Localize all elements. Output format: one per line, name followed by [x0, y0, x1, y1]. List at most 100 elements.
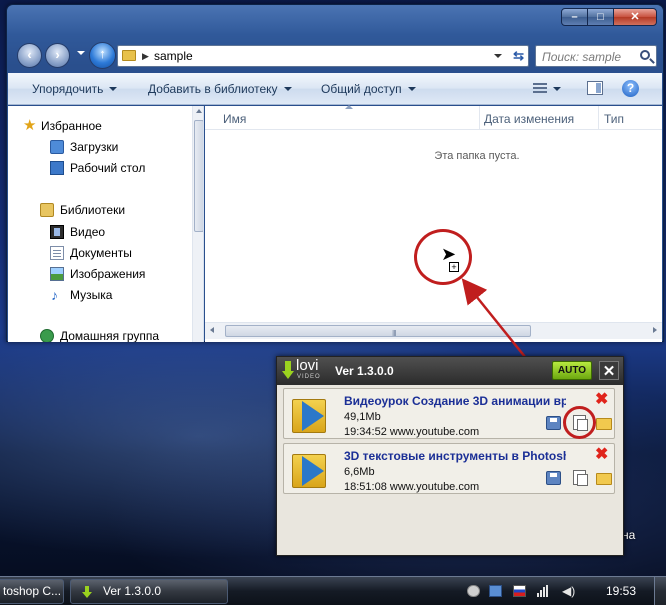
breadcrumb-chevron-icon[interactable]: ▶ [142, 51, 149, 62]
folder-icon [122, 50, 136, 61]
signal-bars-icon[interactable] [537, 585, 550, 597]
taskbar-button-photoshop[interactable]: toshop C... [0, 579, 64, 604]
save-disk-icon[interactable] [546, 416, 561, 430]
lovi-close-button[interactable]: ✕ [599, 361, 619, 380]
command-bar: Упорядочить Добавить в библиотеку Общий … [8, 73, 662, 105]
chevron-down-icon [109, 87, 118, 91]
view-options-dropdown[interactable] [553, 82, 561, 96]
address-dropdown-icon[interactable] [494, 54, 502, 58]
video-title: Видеоурок Создание 3D анимации вра [344, 394, 566, 408]
column-name[interactable]: Имя [223, 112, 246, 126]
drag-copy-plus-icon: + [449, 262, 459, 272]
taskbar-button-label: toshop C... [3, 584, 62, 598]
minimize-button[interactable]: – [561, 8, 588, 26]
delete-icon[interactable]: ✖ [595, 447, 608, 463]
network-tray-icon[interactable] [489, 585, 502, 597]
chevron-down-icon [553, 87, 561, 91]
lovi-taskbar-icon [82, 586, 92, 598]
video-library-icon [50, 225, 64, 239]
open-folder-icon[interactable] [596, 418, 612, 430]
save-disk-icon[interactable] [546, 471, 561, 485]
download-arrow-icon [282, 361, 294, 381]
nav-item-images[interactable]: Изображения [8, 264, 188, 284]
nav-item-video[interactable]: Видео [8, 222, 188, 242]
pictures-icon [50, 267, 64, 281]
window-caption-buttons: – □ ✕ [561, 8, 657, 26]
scroll-right-arrow-icon[interactable] [653, 327, 657, 333]
scrollbar-thumb[interactable] [194, 120, 203, 232]
navigation-pane: ★ Избранное Загрузки Рабочий стол Библио… [8, 106, 204, 342]
navpane-scrollbar[interactable] [192, 106, 203, 342]
nav-libraries-label: Библиотеки [60, 203, 126, 217]
chevron-down-icon [283, 87, 292, 91]
search-input[interactable]: Поиск: sample [535, 45, 657, 67]
back-button[interactable]: ‹ [17, 43, 42, 68]
copy-icon[interactable] [573, 470, 588, 486]
column-divider[interactable] [479, 106, 480, 130]
add-to-library-menu[interactable]: Добавить в библиотеку [148, 82, 292, 96]
nav-item-favorites[interactable]: ★ Избранное [8, 116, 188, 136]
volume-speaker-icon[interactable]: ◀) [562, 585, 575, 597]
help-icon[interactable]: ? [622, 80, 639, 97]
file-list-pane[interactable]: Имя Дата изменения Тип Эта папка пуста. … [205, 105, 662, 342]
video-item[interactable]: Видеоурок Создание 3D анимации вра 49,1M… [283, 388, 615, 439]
nav-item-homegroup[interactable]: Домашняя группа [8, 326, 188, 342]
scroll-up-arrow-icon[interactable] [196, 109, 202, 113]
search-placeholder: Поиск: sample [542, 50, 622, 64]
video-file-icon [288, 450, 330, 490]
video-time-source: 18:51:08 www.youtube.com [344, 481, 480, 493]
maximize-button[interactable]: □ [587, 8, 614, 26]
system-clock[interactable]: 19:53 [606, 584, 636, 598]
language-flag-icon[interactable] [513, 585, 526, 597]
taskbar-button-lovi[interactable]: Ver 1.3.0.0 [70, 579, 228, 604]
nav-item-libraries[interactable]: Библиотеки [8, 200, 188, 220]
video-file-icon [288, 395, 330, 435]
delete-icon[interactable]: ✖ [595, 392, 608, 408]
video-item[interactable]: 3D текстовые инструменты в Photoshop 6,6… [283, 443, 615, 494]
close-button[interactable]: ✕ [613, 8, 657, 26]
sort-indicator-icon [345, 105, 353, 109]
column-header-row: Имя Дата изменения Тип [205, 105, 662, 130]
nav-item-downloads[interactable]: Загрузки [8, 137, 188, 157]
preview-pane-icon[interactable] [587, 81, 603, 95]
address-bar[interactable]: ▶ sample ⇆ [117, 45, 529, 67]
refresh-icon[interactable]: ⇆ [513, 48, 524, 64]
share-menu[interactable]: Общий доступ [321, 82, 416, 96]
share-label: Общий доступ [321, 82, 402, 96]
add-to-library-label: Добавить в библиотеку [148, 82, 278, 96]
taskbar-button-label: Ver 1.3.0.0 [103, 584, 162, 598]
navigation-bar: ‹ › ↑ ▶ sample ⇆ Поиск: sample [15, 41, 659, 71]
video-size: 6,6Mb [344, 466, 375, 478]
nav-item-desktop[interactable]: Рабочий стол [8, 158, 188, 178]
organize-menu[interactable]: Упорядочить [32, 82, 118, 96]
homegroup-icon [40, 329, 54, 342]
column-date-modified[interactable]: Дата изменения [484, 112, 574, 126]
nav-item-documents[interactable]: Документы [8, 243, 188, 263]
recent-pages-dropdown-icon[interactable] [77, 51, 85, 55]
forward-button[interactable]: › [45, 43, 70, 68]
music-note-icon: ♪ [51, 287, 58, 303]
copy-highlight-circle [563, 406, 596, 439]
open-folder-icon[interactable] [596, 473, 612, 485]
scroll-left-arrow-icon[interactable] [210, 327, 214, 333]
cursor-arrow-icon: ➤ [441, 244, 457, 264]
nav-documents-label: Документы [70, 246, 132, 260]
star-icon: ★ [23, 117, 37, 134]
show-desktop-button[interactable] [654, 577, 666, 605]
nav-music-label: Музыка [70, 288, 113, 302]
change-view-icon[interactable] [533, 81, 549, 95]
lovi-logo-subtitle: VIDEO [297, 374, 321, 380]
downloads-icon [50, 140, 64, 154]
column-type[interactable]: Тип [604, 112, 624, 126]
nav-item-music[interactable]: ♪ Музыка [8, 285, 188, 305]
search-icon[interactable] [640, 50, 650, 60]
libraries-icon [40, 203, 54, 217]
mouse-tray-icon[interactable] [467, 585, 480, 597]
auto-mode-button[interactable]: AUTO [552, 361, 592, 380]
scrollbar-thumb[interactable]: III [225, 325, 531, 338]
horizontal-scrollbar[interactable]: III [205, 322, 662, 339]
column-divider[interactable] [598, 106, 599, 130]
nav-desktop-label: Рабочий стол [70, 161, 146, 175]
address-path[interactable]: sample [154, 49, 193, 63]
up-folder-button[interactable]: ↑ [89, 42, 116, 69]
